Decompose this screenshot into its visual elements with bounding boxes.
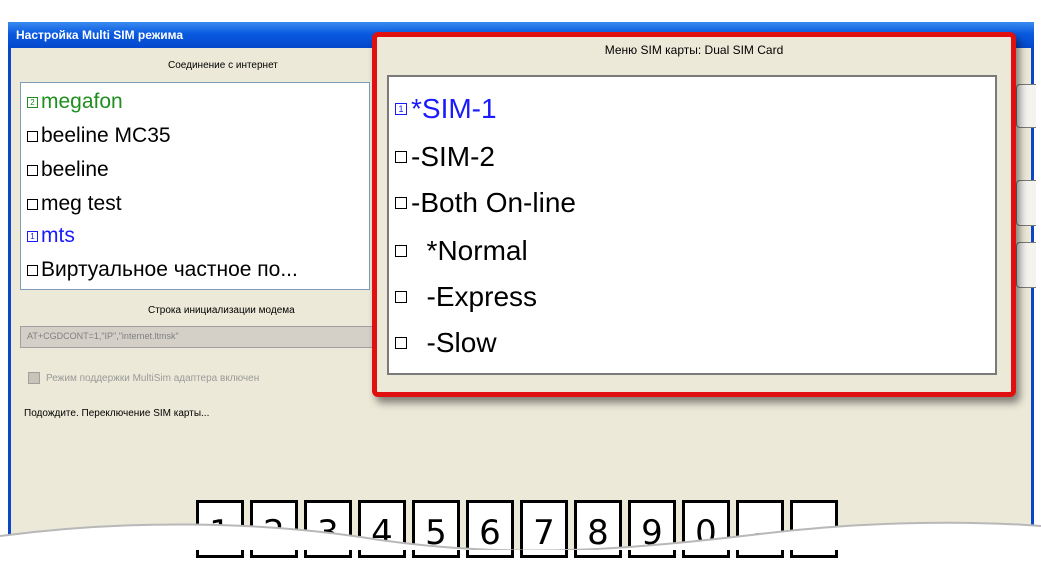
checkbox-icon[interactable] [395, 245, 407, 257]
list-item[interactable]: -Slow [395, 325, 497, 361]
checkbox-icon[interactable] [395, 291, 407, 303]
menu-item-label: -Slow [411, 327, 497, 358]
list-item[interactable]: -Both On-line [395, 185, 576, 221]
list-item[interactable]: 1 *SIM-1 [395, 91, 497, 127]
sim-menu-title: Меню SIM карты: Dual SIM Card [604, 43, 784, 57]
menu-item-label: -Express [411, 281, 538, 312]
checkbox-icon[interactable] [395, 337, 407, 349]
menu-item-label: *Normal [411, 235, 528, 266]
checkbox-icon[interactable]: 1 [395, 103, 407, 115]
sim-menu-popup: Меню SIM карты: Dual SIM Card 1 *SIM-1 -… [372, 32, 1016, 397]
list-item[interactable]: -Express [395, 279, 537, 315]
sim-menu-list[interactable]: 1 *SIM-1 -SIM-2 -Both On-line *Normal -E… [387, 75, 997, 375]
checkbox-icon[interactable] [395, 151, 407, 163]
list-item[interactable]: -SIM-2 [395, 139, 495, 175]
menu-item-label: *SIM-1 [411, 93, 497, 124]
menu-item-label: -Both On-line [411, 187, 576, 218]
list-item[interactable]: *Normal [395, 233, 528, 269]
menu-item-label: -SIM-2 [411, 141, 495, 172]
checkbox-icon[interactable] [395, 197, 407, 209]
